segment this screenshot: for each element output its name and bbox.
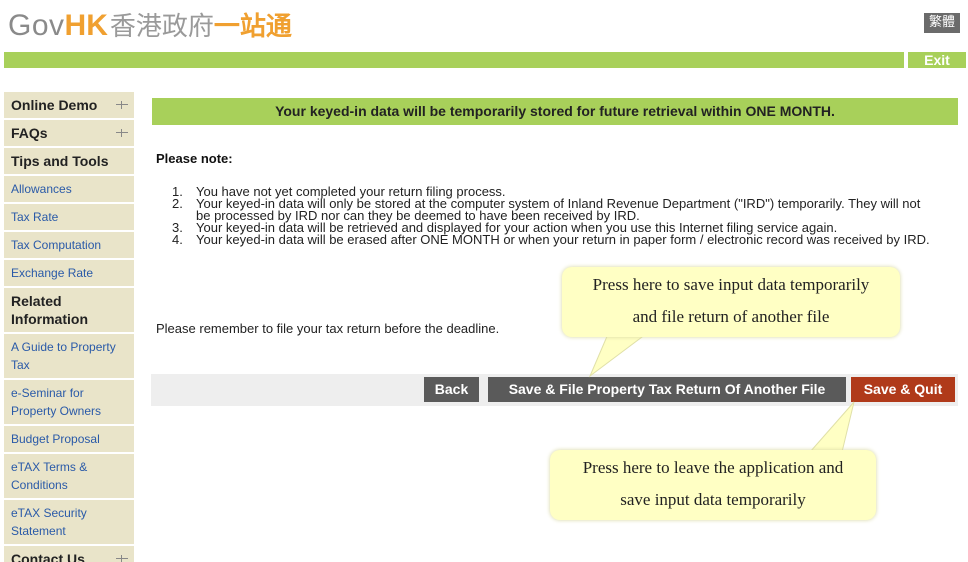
back-button[interactable]: Back [424,377,479,402]
sidebar-item-label: Tips and Tools [11,153,109,169]
govhk-logo[interactable]: Gov HK 香港政府 一站通 [8,6,292,42]
sidebar-item-etax-terms[interactable]: eTAX Terms & Conditions [4,454,134,500]
sidebar-item-label: Allowances [11,182,72,196]
save-quit-callout: Press here to leave the application and … [550,450,876,520]
deadline-reminder: Please remember to file your tax return … [156,321,500,336]
expand-plus-icon[interactable] [116,553,128,562]
callout-pointer [808,401,855,453]
callout-pointer [588,333,648,378]
sidebar-item-tax-computation[interactable]: Tax Computation [4,232,134,260]
logo-chinese-grey: 香港政府 [109,12,214,42]
list-item: 4. Your keyed-in data will be erased aft… [172,232,932,247]
page: Gov HK 香港政府 一站通 繁體 Exit Online Demo FAQs… [0,0,968,562]
sidebar-item-guide-property-tax[interactable]: A Guide to Property Tax [4,334,134,380]
sidebar-item-label: Budget Proposal [11,432,100,446]
save-file-callout: Press here to save input data temporaril… [562,267,900,337]
sidebar-item-contact-us[interactable]: Contact Us [4,546,134,562]
callout-line: Press here to save input data temporaril… [592,275,870,294]
list-item-number: 2. [172,196,183,211]
sidebar-item-label: eTAX Terms & Conditions [11,460,88,492]
save-and-quit-button[interactable]: Save & Quit [851,377,955,402]
list-item-text: Your keyed-in data will be erased after … [196,232,930,247]
sidebar-heading-related-information: Related Information [4,288,134,334]
sidebar-item-budget-proposal[interactable]: Budget Proposal [4,426,134,454]
sidebar-item-label: e-Seminar for Property Owners [11,386,102,418]
sidebar-item-label: FAQs [11,125,48,141]
list-item-text: Your keyed-in data will only be stored a… [196,196,921,223]
sidebar-item-faqs[interactable]: FAQs [4,120,134,148]
sidebar-item-label: A Guide to Property Tax [11,340,116,372]
sidebar-item-label: Online Demo [11,97,98,113]
expand-plus-icon[interactable] [116,127,128,139]
sidebar-item-exchange-rate[interactable]: Exchange Rate [4,260,134,288]
logo-chinese-orange: 一站通 [213,12,292,42]
callout-line: Press here to leave the application and [582,458,844,477]
callout-line: save input data temporarily [620,490,806,509]
exit-button[interactable]: Exit [908,52,966,68]
save-and-file-another-button[interactable]: Save & File Property Tax Return Of Anoth… [488,377,846,402]
sidebar-heading-tips-and-tools: Tips and Tools [4,148,134,176]
sidebar-item-label: Related Information [11,293,88,327]
sidebar-item-label: Exchange Rate [11,266,94,280]
sidebar-item-e-seminar[interactable]: e-Seminar for Property Owners [4,380,134,426]
list-item-number: 4. [172,232,183,247]
list-item: 2. Your keyed-in data will only be store… [172,196,932,223]
top-green-bar [4,52,904,68]
sidebar-item-allowances[interactable]: Allowances [4,176,134,204]
language-toggle-button[interactable]: 繁體 [924,13,960,33]
sidebar-item-label: Tax Rate [11,210,59,224]
expand-plus-icon[interactable] [116,99,128,111]
sidebar: Online Demo FAQs Tips and Tools Allowanc… [4,92,134,562]
sidebar-item-tax-rate[interactable]: Tax Rate [4,204,134,232]
sidebar-item-label: eTAX Security Statement [11,506,87,538]
info-banner: Your keyed-in data will be temporarily s… [152,98,958,125]
logo-hk-text: HK [64,9,108,42]
sidebar-item-online-demo[interactable]: Online Demo [4,92,134,120]
logo-gov-text: Gov [8,9,65,42]
sidebar-item-label: Contact Us [11,551,85,562]
sidebar-item-etax-security[interactable]: eTAX Security Statement [4,500,134,546]
note-title: Please note: [156,151,233,166]
callout-line: and file return of another file [632,307,830,326]
sidebar-item-label: Tax Computation [11,238,102,252]
note-list: 1. You have not yet completed your retur… [172,185,932,247]
